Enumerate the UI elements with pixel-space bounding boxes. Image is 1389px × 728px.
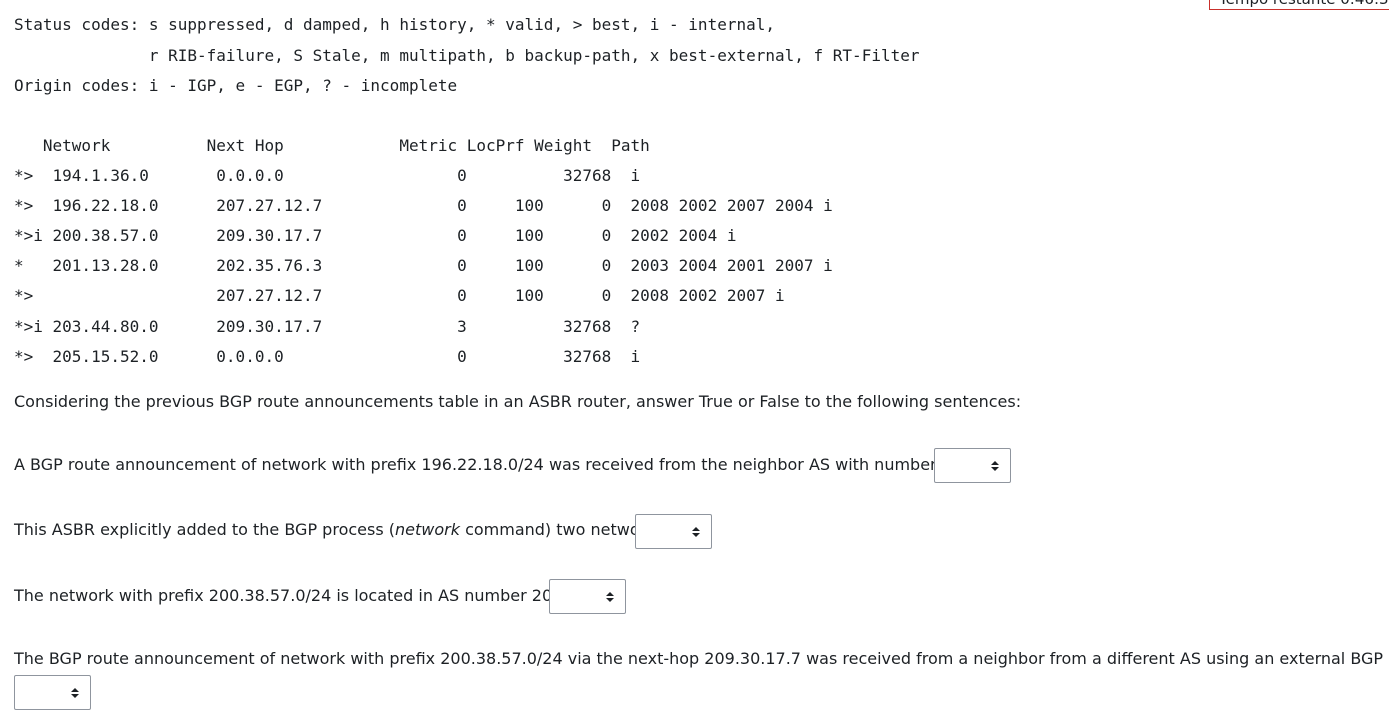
bgp-table-header: Network Next Hop Metric LocPrf Weight Pa…	[14, 136, 650, 155]
question-2-text-italic: network	[395, 520, 460, 539]
origin-codes-line: Origin codes: i - IGP, e - EGP, ? - inco…	[14, 76, 458, 95]
time-remaining-box: Tempo restante 0:46:3	[1209, 0, 1389, 10]
bgp-table-row: * 201.13.28.0 202.35.76.3 0 100 0 2003 2…	[14, 256, 833, 275]
question-2-text-before: This ASBR explicitly added to the BGP pr…	[14, 520, 395, 539]
status-codes-line-2: r RIB-failure, S Stale, m multipath, b b…	[14, 46, 920, 65]
bgp-table-row: *> 207.27.12.7 0 100 0 2008 2002 2007 i	[14, 286, 785, 305]
select-updown-icon	[692, 527, 700, 537]
question-4-select[interactable]	[14, 675, 91, 710]
bgp-table-row: *>i 200.38.57.0 209.30.17.7 0 100 0 2002…	[14, 226, 737, 245]
status-codes-line-1: Status codes: s suppressed, d damped, h …	[14, 15, 775, 34]
question-intro: Considering the previous BGP route annou…	[14, 392, 1022, 411]
question-1-text: A BGP route announcement of network with…	[14, 455, 988, 474]
select-updown-icon	[991, 461, 999, 471]
question-1-select[interactable]	[934, 448, 1011, 483]
question-2-select[interactable]	[635, 514, 712, 549]
select-updown-icon	[606, 592, 614, 602]
question-2-text: This ASBR explicitly added to the BGP pr…	[14, 520, 669, 540]
bgp-table-row: *> 196.22.18.0 207.27.12.7 0 100 0 2008 …	[14, 196, 833, 215]
bgp-table-row: *>i 203.44.80.0 209.30.17.7 3 32768 ?	[14, 317, 641, 336]
question-3-text: The network with prefix 200.38.57.0/24 i…	[14, 586, 578, 605]
question-3-select[interactable]	[549, 579, 626, 614]
question-4-text: The BGP route announcement of network wi…	[14, 649, 1389, 668]
select-updown-icon	[71, 688, 79, 698]
bgp-table-row: *> 194.1.36.0 0.0.0.0 0 32768 i	[14, 166, 641, 185]
time-remaining-text: Tempo restante 0:46:3	[1219, 0, 1389, 8]
bgp-table-row: *> 205.15.52.0 0.0.0.0 0 32768 i	[14, 347, 641, 366]
